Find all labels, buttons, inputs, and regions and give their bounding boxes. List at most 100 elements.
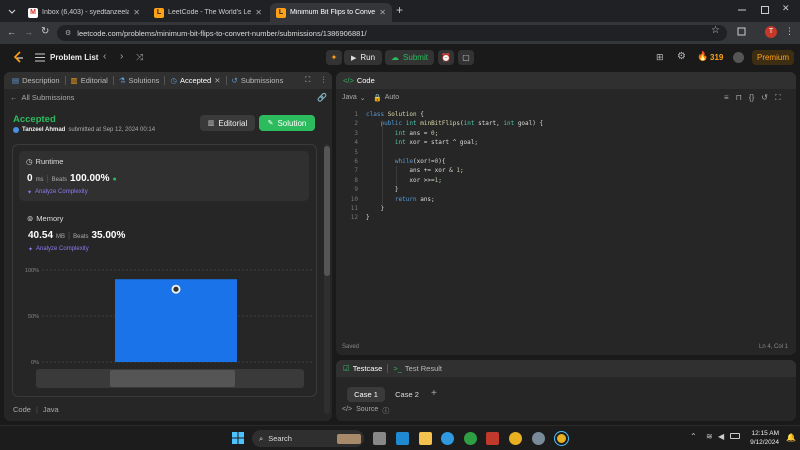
prev-problem-icon[interactable]: ‹ — [103, 51, 106, 62]
close-icon[interactable]: ✕ — [255, 8, 262, 17]
code-line[interactable]: int ans = 0; — [366, 130, 438, 137]
code-line[interactable]: return ans; — [366, 196, 435, 203]
streak-fire-icon[interactable]: 🔥 — [697, 51, 708, 62]
code-line[interactable]: xor >>=1; — [366, 177, 442, 184]
run-button[interactable]: ▶ Run — [344, 50, 382, 65]
leetcode-logo-icon[interactable] — [12, 51, 24, 64]
vscode-icon[interactable] — [396, 432, 409, 445]
battery-icon[interactable] — [730, 433, 740, 439]
editorial-button[interactable]: ▥ Editorial — [200, 115, 255, 131]
format-icon[interactable]: ≡ — [724, 93, 729, 103]
shuffle-icon[interactable]: ⤨ — [136, 52, 143, 63]
browser-tab-leetcode[interactable]: L LeetCode - The World's Leadin ✕ — [148, 3, 268, 22]
code-line[interactable]: } — [366, 214, 370, 221]
taskbar-time[interactable]: 12:15 AM — [749, 430, 779, 437]
window-close-icon[interactable]: ✕ — [782, 3, 790, 14]
code-line[interactable]: while(xor!=0){ — [366, 158, 446, 165]
tab-testcase[interactable]: ☑ Testcase — [336, 360, 387, 377]
problem-list-icon[interactable] — [35, 53, 45, 62]
close-tab-icon[interactable]: ✕ — [214, 76, 220, 85]
chrome-icon[interactable] — [509, 432, 522, 445]
panel-menu-icon[interactable]: ⋮ — [320, 75, 328, 84]
office-icon[interactable] — [486, 432, 499, 445]
forward-icon[interactable]: → — [24, 27, 33, 37]
settings-gear-icon[interactable]: ⚙ — [677, 51, 686, 62]
reset-icon[interactable]: ↺ — [761, 93, 768, 103]
tab-editorial[interactable]: ▥ Editorial — [66, 72, 113, 89]
windows-taskbar: ⌕ Search ⌃ ≋ ◀ 12:15 AM 9/12/2024 🔔 — [0, 425, 800, 450]
add-case-button[interactable]: + — [431, 388, 437, 399]
expand-icon[interactable]: ⛶ — [305, 75, 310, 85]
windows-start-icon[interactable] — [232, 432, 244, 444]
case-2-button[interactable]: Case 2 — [388, 387, 426, 402]
notifications-icon[interactable]: 🔔 — [786, 433, 796, 442]
slider-window[interactable] — [110, 370, 235, 387]
volume-icon[interactable]: ◀ — [718, 432, 724, 441]
settings-icon[interactable] — [532, 432, 545, 445]
chart-range-slider[interactable] — [36, 369, 304, 388]
close-icon[interactable]: ✕ — [133, 8, 140, 17]
edge-icon[interactable] — [441, 432, 454, 445]
wifi-icon[interactable]: ≋ — [706, 432, 713, 441]
code-tab[interactable]: </> Code — [336, 72, 380, 89]
scroll-thumb[interactable] — [324, 146, 330, 276]
language-select[interactable]: Java ⌄ — [342, 94, 366, 102]
back-all-submissions[interactable]: ← All Submissions — [10, 93, 74, 102]
tab-test-result[interactable]: >_ Test Result — [388, 360, 447, 377]
tab-accepted[interactable]: ◷ Accepted ✕ — [165, 72, 225, 89]
code-line[interactable]: } — [366, 205, 384, 212]
maximize-icon[interactable] — [760, 5, 770, 15]
browser-tab-gmail[interactable]: M Inbox (6,403) - syedtanzeelay@ ✕ — [22, 3, 146, 22]
premium-button[interactable]: Premium — [752, 50, 794, 65]
author-name[interactable]: Tanzeel Ahmad — [22, 127, 65, 133]
close-icon[interactable]: ✕ — [379, 8, 386, 17]
browser-menu-icon[interactable]: ⋮ — [785, 26, 794, 37]
bookmark-icon[interactable]: ⊓ — [736, 93, 742, 103]
taskbar-search-box[interactable]: ⌕ Search — [252, 430, 364, 447]
notes-button[interactable]: ▢ — [458, 50, 474, 65]
code-line[interactable]: ans += xor & 1; — [366, 167, 463, 174]
code-line[interactable]: public int minBitFlips(int start, int go… — [366, 120, 543, 127]
source-toggle[interactable]: </> Source ⓘ — [342, 406, 389, 416]
site-info-icon[interactable]: ⚙ — [65, 29, 71, 37]
analyze-complexity-runtime[interactable]: ✦ Analyze Complexity — [27, 189, 88, 196]
xbox-icon[interactable] — [464, 432, 477, 445]
back-icon[interactable]: ← — [7, 27, 16, 37]
bookmark-star-icon[interactable]: ☆ — [711, 25, 720, 36]
left-scrollbar[interactable] — [324, 144, 330, 414]
browser-tab-active[interactable]: L Minimum Bit Flips to Convert N ✕ — [270, 3, 392, 22]
share-link-icon[interactable]: 🔗 — [317, 93, 327, 102]
tab-submissions[interactable]: ↺ Submissions — [227, 72, 289, 89]
runtime-card[interactable]: ◷ Runtime 0 ms | Beats 100.00% ● ✦ Analy… — [19, 151, 309, 201]
tab-description[interactable]: ▤ Description — [4, 72, 65, 89]
profile-avatar[interactable]: T — [765, 26, 777, 38]
fullscreen-icon[interactable]: ⛶ — [775, 93, 781, 103]
tray-chevron-icon[interactable]: ⌃ — [690, 432, 697, 441]
braces-icon[interactable]: {} — [749, 93, 754, 103]
new-tab-button[interactable]: + — [396, 3, 403, 17]
auto-mode[interactable]: 🔒 Auto — [373, 94, 399, 102]
task-view-icon[interactable] — [373, 432, 386, 445]
chrome-active-icon[interactable] — [555, 432, 568, 445]
problem-list-link[interactable]: Problem List — [50, 53, 98, 62]
taskbar-date[interactable]: 9/12/2024 — [747, 439, 779, 446]
code-line[interactable]: class Solution { — [366, 111, 424, 118]
tab-solutions[interactable]: ⚗ Solutions — [114, 72, 165, 89]
url-bar[interactable]: ⚙ leetcode.com/problems/minimum-bit-flip… — [57, 25, 727, 41]
case-1-button[interactable]: Case 1 — [347, 387, 385, 402]
user-avatar[interactable] — [733, 52, 744, 63]
reload-icon[interactable]: ↻ — [41, 26, 49, 37]
extensions-icon[interactable] — [737, 26, 747, 36]
analyze-complexity-memory[interactable]: ✦ Analyze Complexity — [28, 246, 89, 253]
debug-button[interactable]: ✦ — [326, 50, 342, 65]
solution-button[interactable]: ✎ Solution — [259, 115, 315, 131]
tab-search-icon[interactable] — [6, 5, 18, 17]
submit-button[interactable]: ☁ Submit — [385, 50, 434, 65]
next-problem-icon[interactable]: › — [120, 51, 123, 62]
minimize-icon[interactable] — [737, 5, 747, 15]
layout-grid-icon[interactable]: ⊞ — [656, 52, 664, 63]
streak-count[interactable]: 319 — [710, 53, 723, 62]
file-explorer-icon[interactable] — [419, 432, 432, 445]
timer-button[interactable]: ⏰ — [438, 50, 454, 65]
memory-title[interactable]: ⊚ Memory — [27, 214, 63, 223]
